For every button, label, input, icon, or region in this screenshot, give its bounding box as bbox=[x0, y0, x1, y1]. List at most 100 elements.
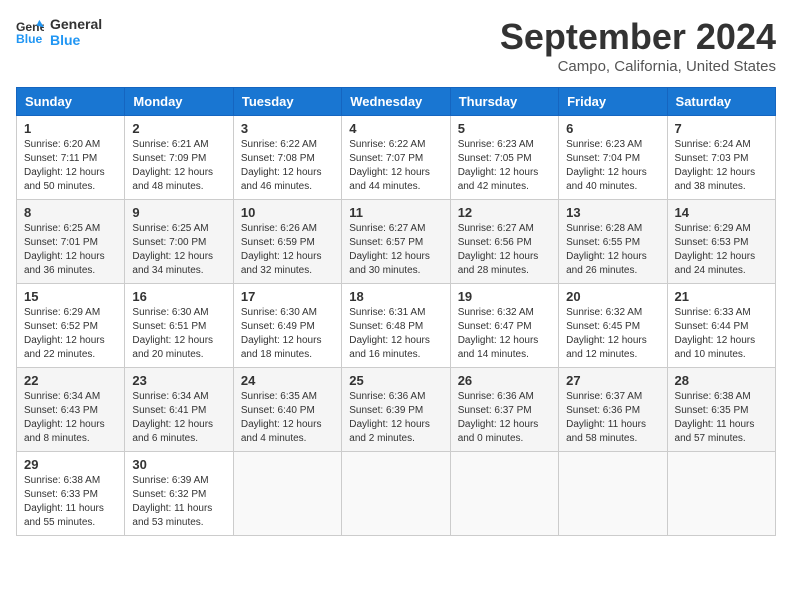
day-info: Sunrise: 6:32 AM Sunset: 6:45 PM Dayligh… bbox=[566, 306, 659, 362]
header-sunday: Sunday bbox=[17, 88, 125, 116]
day-number: 10 bbox=[241, 205, 334, 220]
day-info: Sunrise: 6:25 AM Sunset: 7:01 PM Dayligh… bbox=[24, 222, 117, 278]
day-number: 22 bbox=[24, 373, 117, 388]
week-row-0: 1 Sunrise: 6:20 AM Sunset: 7:11 PM Daylig… bbox=[17, 116, 776, 200]
day-number: 19 bbox=[458, 289, 551, 304]
day-number: 5 bbox=[458, 121, 551, 136]
day-number: 17 bbox=[241, 289, 334, 304]
day-number: 15 bbox=[24, 289, 117, 304]
calendar-cell bbox=[450, 452, 558, 536]
day-number: 20 bbox=[566, 289, 659, 304]
week-row-2: 15 Sunrise: 6:29 AM Sunset: 6:52 PM Dayli… bbox=[17, 284, 776, 368]
day-info: Sunrise: 6:30 AM Sunset: 6:49 PM Dayligh… bbox=[241, 306, 334, 362]
day-number: 16 bbox=[132, 289, 225, 304]
header-saturday: Saturday bbox=[667, 88, 775, 116]
calendar-cell: 1 Sunrise: 6:20 AM Sunset: 7:11 PM Daylig… bbox=[17, 116, 125, 200]
day-number: 21 bbox=[675, 289, 768, 304]
day-number: 3 bbox=[241, 121, 334, 136]
day-info: Sunrise: 6:39 AM Sunset: 6:32 PM Dayligh… bbox=[132, 474, 225, 530]
day-info: Sunrise: 6:27 AM Sunset: 6:57 PM Dayligh… bbox=[349, 222, 442, 278]
header-thursday: Thursday bbox=[450, 88, 558, 116]
day-number: 13 bbox=[566, 205, 659, 220]
day-info: Sunrise: 6:30 AM Sunset: 6:51 PM Dayligh… bbox=[132, 306, 225, 362]
calendar-cell: 13 Sunrise: 6:28 AM Sunset: 6:55 PM Dayli… bbox=[559, 200, 667, 284]
calendar-cell: 15 Sunrise: 6:29 AM Sunset: 6:52 PM Dayli… bbox=[17, 284, 125, 368]
week-row-4: 29Sunrise: 6:38 AM Sunset: 6:33 PM Dayli… bbox=[17, 452, 776, 536]
calendar-cell: 18 Sunrise: 6:31 AM Sunset: 6:48 PM Dayli… bbox=[342, 284, 450, 368]
calendar-cell bbox=[233, 452, 341, 536]
day-info: Sunrise: 6:32 AM Sunset: 6:47 PM Dayligh… bbox=[458, 306, 551, 362]
calendar-cell: 12 Sunrise: 6:27 AM Sunset: 6:56 PM Dayli… bbox=[450, 200, 558, 284]
day-info: Sunrise: 6:22 AM Sunset: 7:07 PM Dayligh… bbox=[349, 138, 442, 194]
calendar-cell: 9Sunrise: 6:25 AM Sunset: 7:00 PM Daylig… bbox=[125, 200, 233, 284]
day-info: Sunrise: 6:38 AM Sunset: 6:35 PM Dayligh… bbox=[675, 390, 768, 446]
calendar-cell: 14 Sunrise: 6:29 AM Sunset: 6:53 PM Dayli… bbox=[667, 200, 775, 284]
day-info: Sunrise: 6:31 AM Sunset: 6:48 PM Dayligh… bbox=[349, 306, 442, 362]
calendar-cell: 5 Sunrise: 6:23 AM Sunset: 7:05 PM Daylig… bbox=[450, 116, 558, 200]
day-info: Sunrise: 6:24 AM Sunset: 7:03 PM Dayligh… bbox=[675, 138, 768, 194]
day-number: 7 bbox=[675, 121, 768, 136]
logo: General Blue General Blue bbox=[16, 16, 102, 48]
day-number: 4 bbox=[349, 121, 442, 136]
month-title: September 2024 bbox=[500, 16, 776, 58]
calendar-cell: 22 Sunrise: 6:34 AM Sunset: 6:43 PM Dayli… bbox=[17, 368, 125, 452]
calendar-cell: 4 Sunrise: 6:22 AM Sunset: 7:07 PM Daylig… bbox=[342, 116, 450, 200]
day-info: Sunrise: 6:33 AM Sunset: 6:44 PM Dayligh… bbox=[675, 306, 768, 362]
day-info: Sunrise: 6:34 AM Sunset: 6:41 PM Dayligh… bbox=[132, 390, 225, 446]
header-tuesday: Tuesday bbox=[233, 88, 341, 116]
calendar-cell bbox=[342, 452, 450, 536]
day-info: Sunrise: 6:23 AM Sunset: 7:04 PM Dayligh… bbox=[566, 138, 659, 194]
calendar-cell: 21 Sunrise: 6:33 AM Sunset: 6:44 PM Dayli… bbox=[667, 284, 775, 368]
logo-line2: Blue bbox=[50, 32, 102, 48]
calendar-cell: 24Sunrise: 6:35 AM Sunset: 6:40 PM Dayli… bbox=[233, 368, 341, 452]
title-area: September 2024 Campo, California, United… bbox=[500, 16, 776, 75]
day-number: 2 bbox=[132, 121, 225, 136]
day-info: Sunrise: 6:26 AM Sunset: 6:59 PM Dayligh… bbox=[241, 222, 334, 278]
calendar-cell: 10 Sunrise: 6:26 AM Sunset: 6:59 PM Dayli… bbox=[233, 200, 341, 284]
day-info: Sunrise: 6:28 AM Sunset: 6:55 PM Dayligh… bbox=[566, 222, 659, 278]
calendar-cell: 8 Sunrise: 6:25 AM Sunset: 7:01 PM Daylig… bbox=[17, 200, 125, 284]
day-number: 28 bbox=[675, 373, 768, 388]
day-number: 24 bbox=[241, 373, 334, 388]
calendar-cell: 6 Sunrise: 6:23 AM Sunset: 7:04 PM Daylig… bbox=[559, 116, 667, 200]
day-info: Sunrise: 6:25 AM Sunset: 7:00 PM Dayligh… bbox=[132, 222, 225, 278]
day-info: Sunrise: 6:36 AM Sunset: 6:39 PM Dayligh… bbox=[349, 390, 442, 446]
day-info: Sunrise: 6:37 AM Sunset: 6:36 PM Dayligh… bbox=[566, 390, 659, 446]
calendar-cell: 2Sunrise: 6:21 AM Sunset: 7:09 PM Daylig… bbox=[125, 116, 233, 200]
day-info: Sunrise: 6:29 AM Sunset: 6:53 PM Dayligh… bbox=[675, 222, 768, 278]
day-number: 1 bbox=[24, 121, 117, 136]
day-number: 23 bbox=[132, 373, 225, 388]
day-number: 12 bbox=[458, 205, 551, 220]
calendar-cell: 23 Sunrise: 6:34 AM Sunset: 6:41 PM Dayli… bbox=[125, 368, 233, 452]
header-monday: Monday bbox=[125, 88, 233, 116]
calendar-table: SundayMondayTuesdayWednesdayThursdayFrid… bbox=[16, 87, 776, 536]
day-number: 18 bbox=[349, 289, 442, 304]
day-number: 11 bbox=[349, 205, 442, 220]
day-info: Sunrise: 6:23 AM Sunset: 7:05 PM Dayligh… bbox=[458, 138, 551, 194]
calendar-cell: 16 Sunrise: 6:30 AM Sunset: 6:51 PM Dayli… bbox=[125, 284, 233, 368]
day-number: 6 bbox=[566, 121, 659, 136]
day-number: 8 bbox=[24, 205, 117, 220]
calendar-cell: 11 Sunrise: 6:27 AM Sunset: 6:57 PM Dayli… bbox=[342, 200, 450, 284]
calendar-cell: 30Sunrise: 6:39 AM Sunset: 6:32 PM Dayli… bbox=[125, 452, 233, 536]
calendar-cell: 3Sunrise: 6:22 AM Sunset: 7:08 PM Daylig… bbox=[233, 116, 341, 200]
day-info: Sunrise: 6:20 AM Sunset: 7:11 PM Dayligh… bbox=[24, 138, 117, 194]
location-title: Campo, California, United States bbox=[500, 58, 776, 75]
day-info: Sunrise: 6:34 AM Sunset: 6:43 PM Dayligh… bbox=[24, 390, 117, 446]
calendar-cell: 28 Sunrise: 6:38 AM Sunset: 6:35 PM Dayli… bbox=[667, 368, 775, 452]
logo-icon: General Blue bbox=[16, 18, 44, 46]
day-info: Sunrise: 6:27 AM Sunset: 6:56 PM Dayligh… bbox=[458, 222, 551, 278]
day-info: Sunrise: 6:36 AM Sunset: 6:37 PM Dayligh… bbox=[458, 390, 551, 446]
day-number: 25 bbox=[349, 373, 442, 388]
day-number: 14 bbox=[675, 205, 768, 220]
page-header: General Blue General Blue September 2024… bbox=[16, 16, 776, 75]
calendar-cell: 19 Sunrise: 6:32 AM Sunset: 6:47 PM Dayli… bbox=[450, 284, 558, 368]
day-info: Sunrise: 6:29 AM Sunset: 6:52 PM Dayligh… bbox=[24, 306, 117, 362]
day-number: 26 bbox=[458, 373, 551, 388]
calendar-cell: 27Sunrise: 6:37 AM Sunset: 6:36 PM Dayli… bbox=[559, 368, 667, 452]
calendar-cell bbox=[559, 452, 667, 536]
day-info: Sunrise: 6:38 AM Sunset: 6:33 PM Dayligh… bbox=[24, 474, 117, 530]
calendar-cell: 25 Sunrise: 6:36 AM Sunset: 6:39 PM Dayli… bbox=[342, 368, 450, 452]
week-row-3: 22 Sunrise: 6:34 AM Sunset: 6:43 PM Dayli… bbox=[17, 368, 776, 452]
calendar-cell bbox=[667, 452, 775, 536]
